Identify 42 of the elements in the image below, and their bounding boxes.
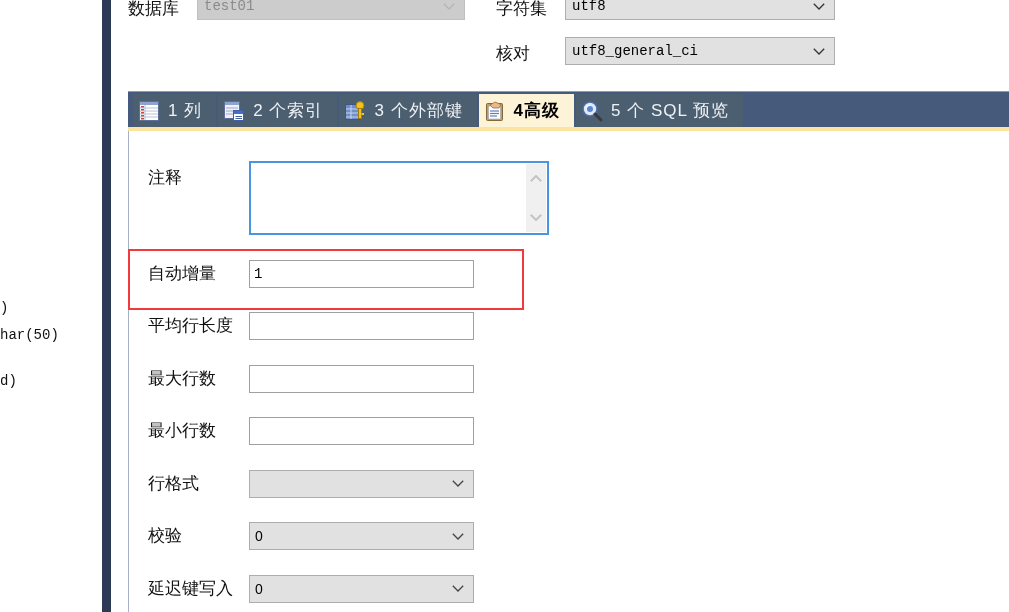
chevron-down-icon (813, 2, 825, 10)
chevron-up-icon (530, 175, 542, 182)
field-label: 平均行长度 (148, 315, 234, 337)
code-text: har(50) (0, 327, 59, 343)
table-stack-icon (223, 99, 246, 122)
dropdown[interactable]: utf8 (565, 0, 835, 20)
field-label: 行格式 (148, 472, 200, 495)
table-icon (138, 99, 160, 122)
field-label: 注释 (148, 167, 183, 189)
chevron-down-icon (452, 532, 464, 540)
code-text: ) (0, 300, 9, 316)
chevron-down-icon (452, 480, 464, 487)
tab[interactable]: 4高级 (478, 94, 575, 127)
code-text: d) (0, 373, 17, 389)
scrollbar[interactable] (526, 164, 546, 232)
dropdown[interactable]: 0 (249, 522, 474, 550)
field-label: 自动增量 (148, 262, 217, 285)
text-field[interactable]: 1 (249, 259, 474, 288)
field-label: 最小行数 (148, 420, 217, 442)
field-label: 延迟键写入 (148, 577, 234, 600)
table-key-icon (344, 99, 367, 122)
text-field[interactable] (249, 417, 474, 445)
field-label: 字符集 (496, 0, 548, 18)
dropdown[interactable]: 0 (249, 574, 474, 603)
tab[interactable]: 2 个索引 (218, 94, 338, 127)
tab[interactable]: 5 个 SQL 预览 (576, 94, 744, 127)
field-label: 核对 (496, 45, 531, 63)
dropdown[interactable] (249, 469, 474, 498)
clipboard-icon (483, 99, 506, 122)
chevron-down-icon (530, 214, 542, 221)
search-icon (581, 99, 604, 122)
comment-field[interactable] (249, 161, 549, 235)
tab[interactable]: 1 列 (133, 94, 217, 127)
field-label: 数据库 (128, 0, 180, 18)
text-field[interactable] (249, 312, 474, 340)
chevron-down-icon (452, 585, 464, 592)
chevron-down-icon (813, 47, 825, 55)
field-label: 校验 (148, 525, 183, 547)
tab[interactable]: 3 个外部键 (339, 94, 477, 127)
field-label: 最大行数 (148, 367, 217, 390)
text-field[interactable] (249, 364, 474, 393)
dropdown[interactable]: utf8_general_ci (565, 37, 835, 65)
